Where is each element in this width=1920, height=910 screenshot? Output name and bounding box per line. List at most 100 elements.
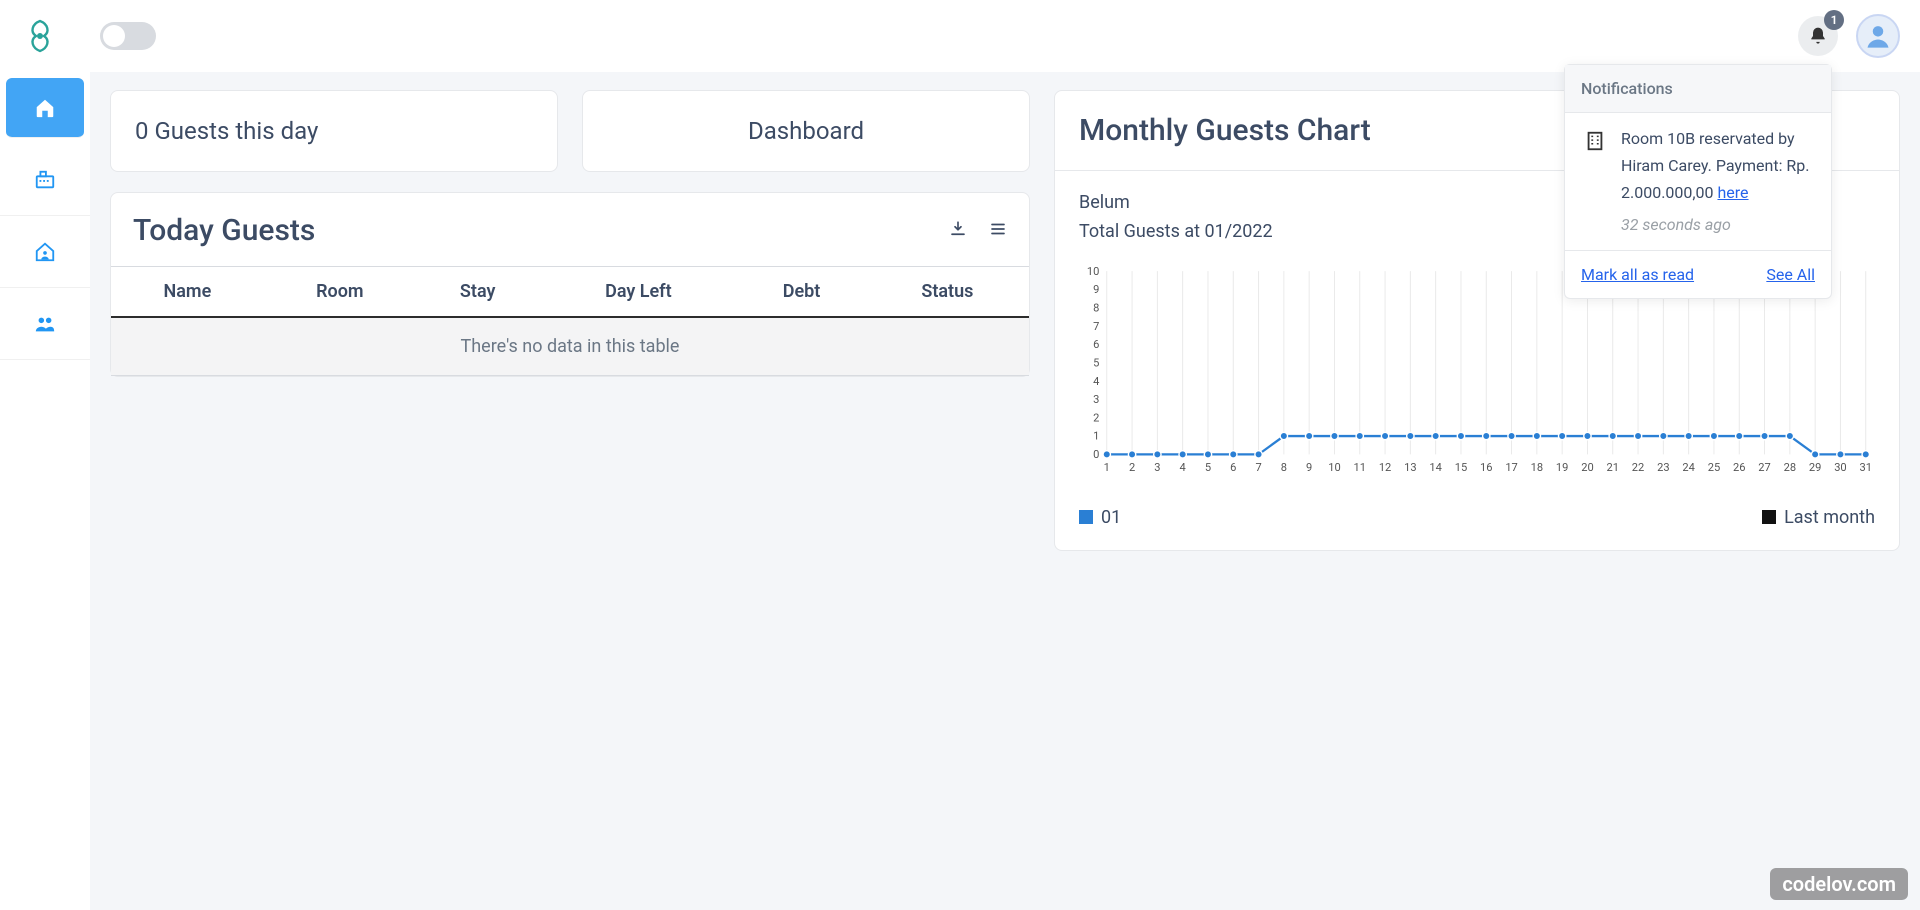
- notification-message: Room 10B reservated by Hiram Carey. Paym…: [1621, 129, 1809, 202]
- download-icon: [949, 220, 967, 238]
- bars-icon: [989, 220, 1007, 238]
- svg-text:5: 5: [1205, 461, 1211, 474]
- header-right: 1: [1798, 14, 1900, 58]
- svg-text:11: 11: [1354, 461, 1366, 474]
- svg-text:23: 23: [1657, 461, 1669, 474]
- col-name: Name: [111, 267, 264, 318]
- svg-text:22: 22: [1632, 461, 1644, 474]
- today-guests-header: Today Guests: [111, 193, 1029, 266]
- svg-text:17: 17: [1505, 461, 1517, 474]
- today-guests-card: Today Guests Name Room Stay Da: [110, 192, 1030, 377]
- legend-current: 01: [1079, 507, 1121, 528]
- svg-text:2: 2: [1129, 461, 1135, 474]
- mark-all-read-link[interactable]: Mark all as read: [1581, 265, 1694, 284]
- col-room: Room: [264, 267, 416, 318]
- svg-text:7: 7: [1255, 461, 1261, 474]
- svg-text:30: 30: [1834, 461, 1846, 474]
- svg-text:28: 28: [1784, 461, 1796, 474]
- guests-today-text: 0 Guests this day: [135, 117, 318, 145]
- users-icon: [34, 313, 56, 335]
- app-logo[interactable]: [20, 16, 60, 56]
- svg-text:10: 10: [1087, 264, 1099, 277]
- legend-swatch-current: [1079, 510, 1093, 524]
- svg-text:9: 9: [1306, 461, 1312, 474]
- today-guests-actions: [949, 220, 1007, 242]
- notifications-button[interactable]: 1: [1798, 16, 1838, 56]
- dark-mode-toggle[interactable]: [100, 22, 156, 50]
- svg-text:14: 14: [1429, 461, 1441, 474]
- svg-text:18: 18: [1531, 461, 1543, 474]
- svg-text:1: 1: [1104, 461, 1110, 474]
- svg-text:20: 20: [1581, 461, 1593, 474]
- sidebar-item-guests[interactable]: [0, 288, 90, 360]
- legend-last: Last month: [1762, 507, 1875, 528]
- left-column: 0 Guests this day Dashboard Today Guests: [110, 90, 1030, 377]
- svg-text:29: 29: [1809, 461, 1821, 474]
- today-guests-table: Name Room Stay Day Left Debt Status Ther…: [111, 266, 1029, 376]
- svg-text:31: 31: [1860, 461, 1872, 474]
- house-user-icon: [34, 241, 56, 263]
- notification-link[interactable]: here: [1717, 183, 1748, 202]
- svg-text:26: 26: [1733, 461, 1745, 474]
- notifications-dropdown: Notifications Room 10B reservated by Hir…: [1564, 64, 1832, 299]
- user-icon: [1864, 22, 1892, 50]
- svg-text:8: 8: [1093, 301, 1099, 314]
- cash-register-icon: [34, 169, 56, 191]
- logo-icon: [22, 18, 58, 54]
- notification-count-badge: 1: [1824, 10, 1844, 30]
- menu-button[interactable]: [989, 220, 1007, 242]
- col-debt: Debt: [737, 267, 865, 318]
- page-title-card: Dashboard: [582, 90, 1030, 172]
- watermark: codelov.com: [1770, 868, 1908, 900]
- download-button[interactable]: [949, 220, 967, 242]
- svg-text:12: 12: [1379, 461, 1391, 474]
- svg-text:6: 6: [1093, 338, 1099, 351]
- svg-text:27: 27: [1758, 461, 1770, 474]
- col-stay: Stay: [416, 267, 540, 318]
- home-icon: [34, 97, 56, 119]
- notification-time: 32 seconds ago: [1621, 211, 1815, 238]
- svg-text:3: 3: [1093, 393, 1099, 406]
- user-avatar[interactable]: [1856, 14, 1900, 58]
- today-guests-title: Today Guests: [133, 213, 315, 248]
- legend-label-current: 01: [1101, 507, 1121, 528]
- svg-text:4: 4: [1180, 461, 1186, 474]
- svg-text:13: 13: [1404, 461, 1416, 474]
- chart-title: Monthly Guests Chart: [1079, 113, 1371, 148]
- col-day-left: Day Left: [539, 267, 737, 318]
- chart-legend: 01 Last month: [1055, 497, 1899, 550]
- svg-text:24: 24: [1682, 461, 1694, 474]
- notification-item[interactable]: Room 10B reservated by Hiram Carey. Paym…: [1565, 113, 1831, 250]
- svg-text:10: 10: [1328, 461, 1340, 474]
- svg-text:8: 8: [1281, 461, 1287, 474]
- svg-text:1: 1: [1093, 429, 1099, 442]
- notifications-header: Notifications: [1565, 65, 1831, 113]
- svg-text:6: 6: [1230, 461, 1236, 474]
- app-header: 1: [0, 0, 1920, 72]
- sidebar-item-rooms[interactable]: [0, 216, 90, 288]
- table-empty-message: There's no data in this table: [111, 317, 1029, 376]
- sidebar-item-transactions[interactable]: [0, 144, 90, 216]
- building-icon: [1581, 127, 1609, 155]
- sidebar: [0, 72, 90, 910]
- top-stat-cards: 0 Guests this day Dashboard: [110, 90, 1030, 172]
- col-status: Status: [866, 267, 1029, 318]
- see-all-link[interactable]: See All: [1766, 265, 1815, 284]
- svg-text:4: 4: [1093, 374, 1099, 387]
- sidebar-item-home[interactable]: [6, 78, 84, 138]
- legend-swatch-last: [1762, 510, 1776, 524]
- svg-text:19: 19: [1556, 461, 1568, 474]
- table-empty-row: There's no data in this table: [111, 317, 1029, 376]
- svg-text:21: 21: [1607, 461, 1619, 474]
- svg-text:3: 3: [1154, 461, 1160, 474]
- bell-icon: [1808, 26, 1828, 46]
- notification-text: Room 10B reservated by Hiram Carey. Paym…: [1621, 125, 1815, 238]
- page-title: Dashboard: [748, 117, 864, 145]
- svg-text:0: 0: [1093, 448, 1099, 461]
- svg-text:5: 5: [1093, 356, 1099, 369]
- svg-text:9: 9: [1093, 283, 1099, 296]
- svg-text:15: 15: [1455, 461, 1467, 474]
- guests-today-card: 0 Guests this day: [110, 90, 558, 172]
- notifications-footer: Mark all as read See All: [1565, 250, 1831, 298]
- svg-text:2: 2: [1093, 411, 1099, 424]
